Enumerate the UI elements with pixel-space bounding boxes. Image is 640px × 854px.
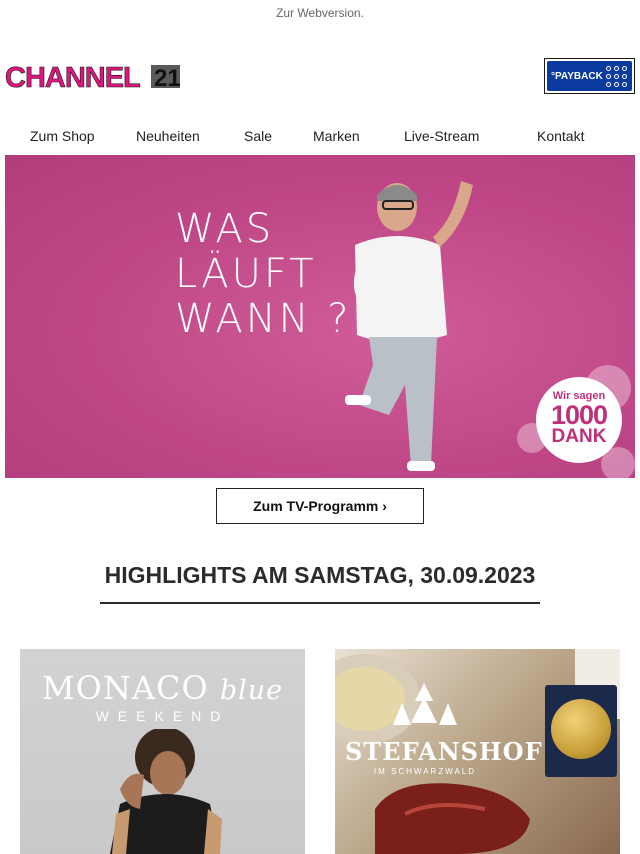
nav-item-kontakt[interactable]: Kontakt: [537, 128, 584, 144]
highlight-card-stefanshof[interactable]: STEFANSHOF IM SCHWARZWALD: [335, 649, 620, 854]
hero-banner[interactable]: WAS LÄUFT WANN ? Wir sagen 1000 DANK: [5, 155, 635, 478]
nav-item-neuheiten[interactable]: Neuheiten: [136, 128, 200, 144]
monaco-brand-text: MONACO: [41, 669, 209, 707]
stefanshof-brand: STEFANSHOF: [345, 737, 543, 766]
nav-item-sale[interactable]: Sale: [244, 128, 272, 144]
payback-dots-icon: [606, 66, 628, 88]
tv-program-button[interactable]: Zum TV-Programm ›: [216, 488, 424, 524]
thanks-badge: Wir sagen 1000 DANK: [536, 377, 622, 463]
main-nav: Zum Shop Neuheiten Sale Marken Live-Stre…: [0, 128, 640, 146]
monaco-subtitle: WEEKEND: [95, 708, 230, 724]
nav-item-zum-shop[interactable]: Zum Shop: [30, 128, 95, 144]
presenter-image: [345, 181, 473, 471]
badge-line3: DANK: [551, 426, 607, 447]
highlights-heading: HIGHLIGHTS AM SAMSTAG, 30.09.2023: [104, 562, 536, 588]
heading-underline: [100, 602, 540, 604]
badge-line2: 1000: [550, 400, 608, 430]
channel21-logo[interactable]: CHANNEL 21: [5, 63, 180, 89]
nav-item-marken[interactable]: Marken: [313, 128, 360, 144]
webversion-link[interactable]: Zur Webversion.: [0, 6, 640, 20]
model-image: [110, 729, 222, 854]
logo-number: 21: [154, 65, 180, 89]
payback-logo[interactable]: °PAYBACK: [544, 58, 635, 94]
nav-item-live-stream[interactable]: Live-Stream: [404, 128, 479, 144]
monaco-brand-script: blue: [219, 675, 284, 706]
gold-medal-icon: [551, 699, 611, 759]
logo-text: CHANNEL: [5, 63, 140, 89]
payback-label: °PAYBACK: [551, 70, 603, 82]
highlight-card-monaco[interactable]: MONACO blue WEEKEND: [20, 649, 305, 854]
medal-box: [545, 685, 617, 777]
monaco-brand: MONACO blue: [20, 669, 305, 707]
stefanshof-subtitle: IM SCHWARZWALD: [373, 767, 477, 776]
